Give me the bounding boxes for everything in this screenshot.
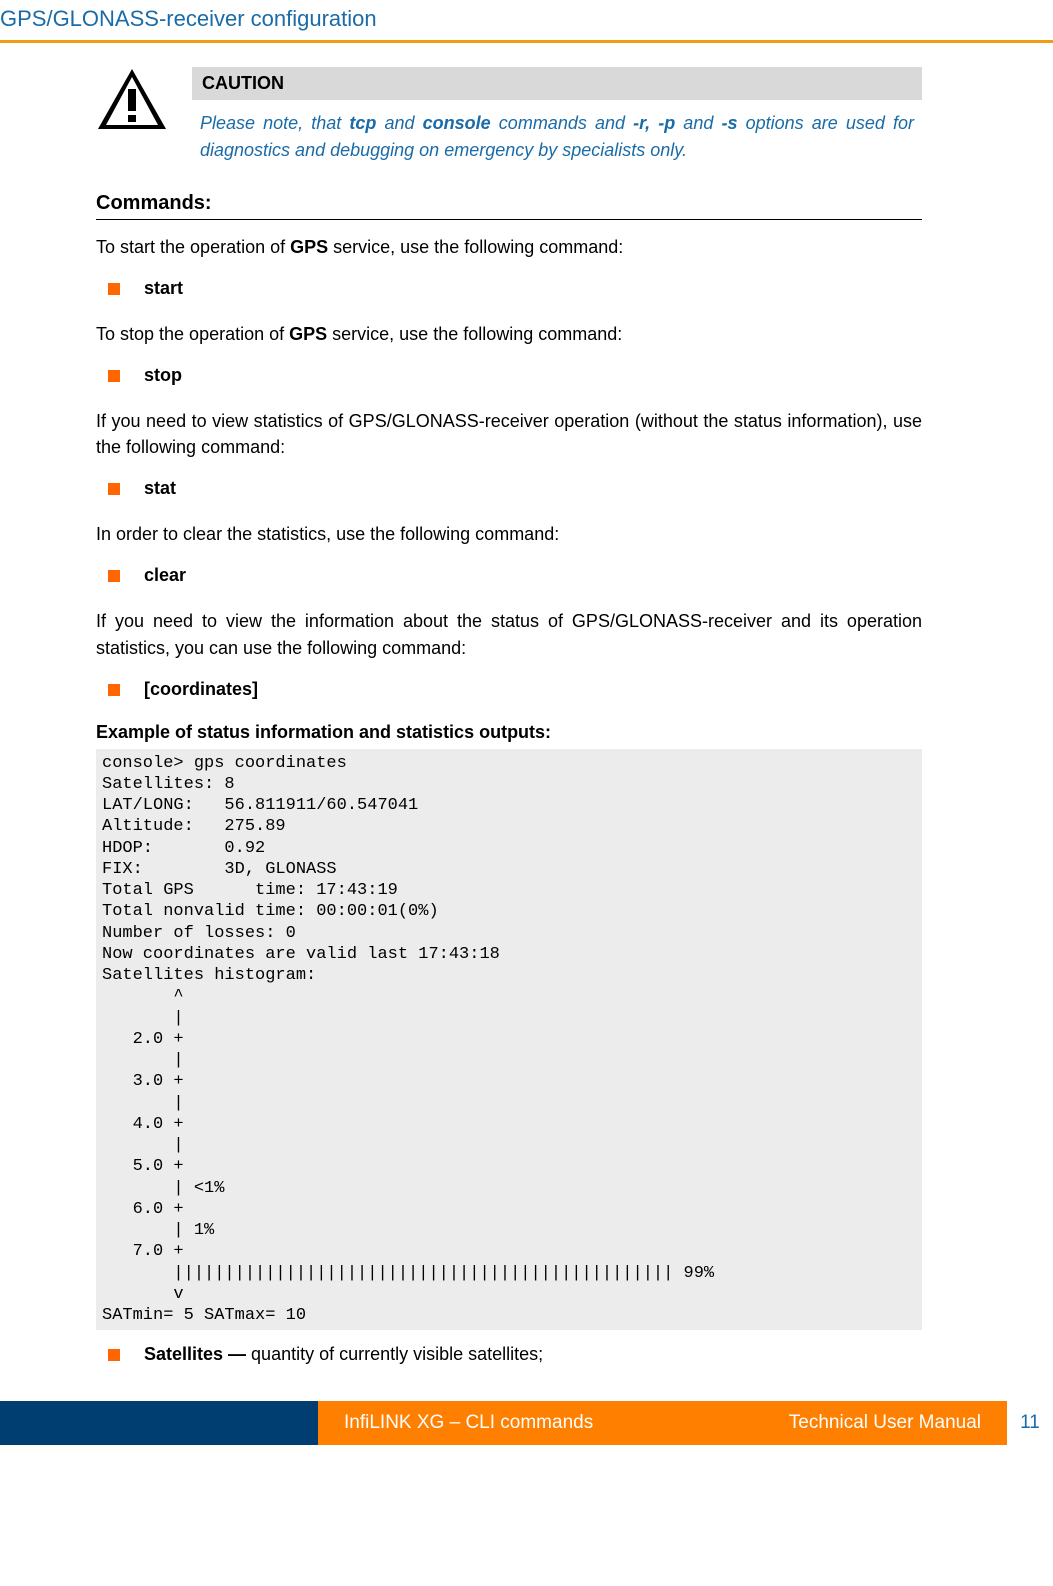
command-intro: If you need to view statistics of GPS/GL…: [96, 408, 922, 460]
footer-brand-block: [0, 1401, 318, 1445]
command-label: start: [144, 278, 183, 299]
command-row: start: [108, 278, 922, 299]
caution-text: Please note, that tcp and console comman…: [192, 110, 922, 164]
command-intro: To stop the operation of GPS service, us…: [96, 321, 922, 347]
command-label: clear: [144, 565, 186, 586]
bullet-icon: [108, 483, 120, 495]
bullet-icon: [108, 370, 120, 382]
page-number: 11: [1007, 1401, 1053, 1445]
command-label: stat: [144, 478, 176, 499]
satellites-bold: Satellites —: [144, 1344, 251, 1364]
example-title: Example of status information and statis…: [96, 722, 922, 743]
command-intro: If you need to view the information abou…: [96, 608, 922, 660]
satellites-explanation: Satellites — quantity of currently visib…: [108, 1344, 922, 1365]
command-row: [coordinates]: [108, 679, 922, 700]
bullet-icon: [108, 684, 120, 696]
bullet-icon: [108, 570, 120, 582]
command-row: clear: [108, 565, 922, 586]
command-intro: To start the operation of GPS service, u…: [96, 234, 922, 260]
command-row: stat: [108, 478, 922, 499]
bullet-icon: [108, 1349, 120, 1361]
page-header-title: GPS/GLONASS-receiver configuration: [0, 0, 1053, 40]
footer-bar: InfiLINK XG – CLI commands Technical Use…: [318, 1401, 1007, 1445]
commands-title: Commands:: [96, 192, 922, 215]
command-label: stop: [144, 365, 182, 386]
command-intro: In order to clear the statistics, use th…: [96, 521, 922, 547]
footer-left-label: InfiLINK XG – CLI commands: [344, 1412, 593, 1434]
code-block: console> gps coordinates Satellites: 8 L…: [96, 749, 922, 1331]
caution-heading: CAUTION: [192, 67, 922, 100]
command-list: To start the operation of GPS service, u…: [96, 234, 922, 700]
footer: InfiLINK XG – CLI commands Technical Use…: [0, 1401, 1053, 1445]
footer-right-label: Technical User Manual: [789, 1412, 981, 1434]
command-row: stop: [108, 365, 922, 386]
caution-icon: [96, 67, 168, 164]
satellites-rest: quantity of currently visible satellites…: [251, 1344, 543, 1364]
caution-box: CAUTION Please note, that tcp and consol…: [96, 67, 922, 164]
command-label: [coordinates]: [144, 679, 258, 700]
bullet-icon: [108, 283, 120, 295]
header-divider: [0, 40, 1053, 43]
section-divider: [96, 219, 922, 220]
